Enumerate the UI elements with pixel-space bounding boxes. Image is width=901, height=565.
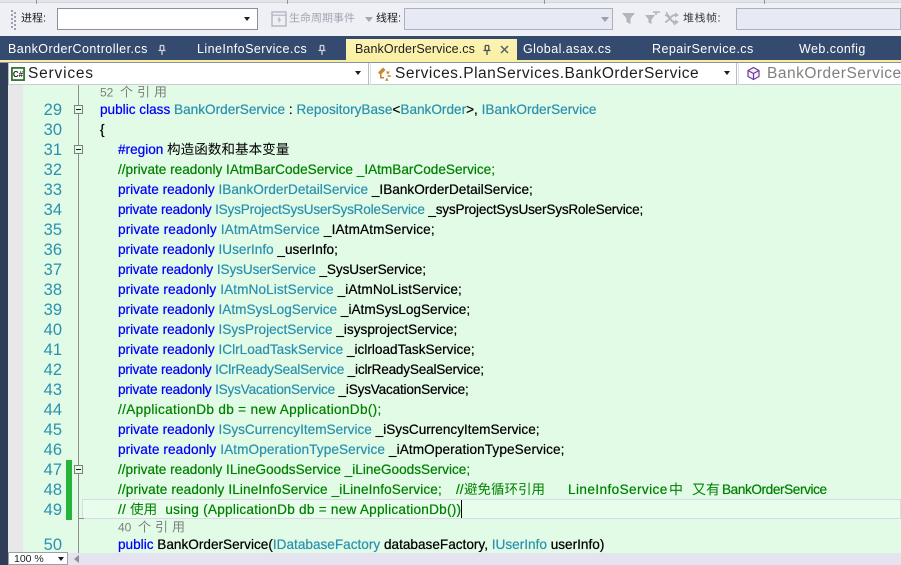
svg-text:C#: C# [13,70,24,79]
